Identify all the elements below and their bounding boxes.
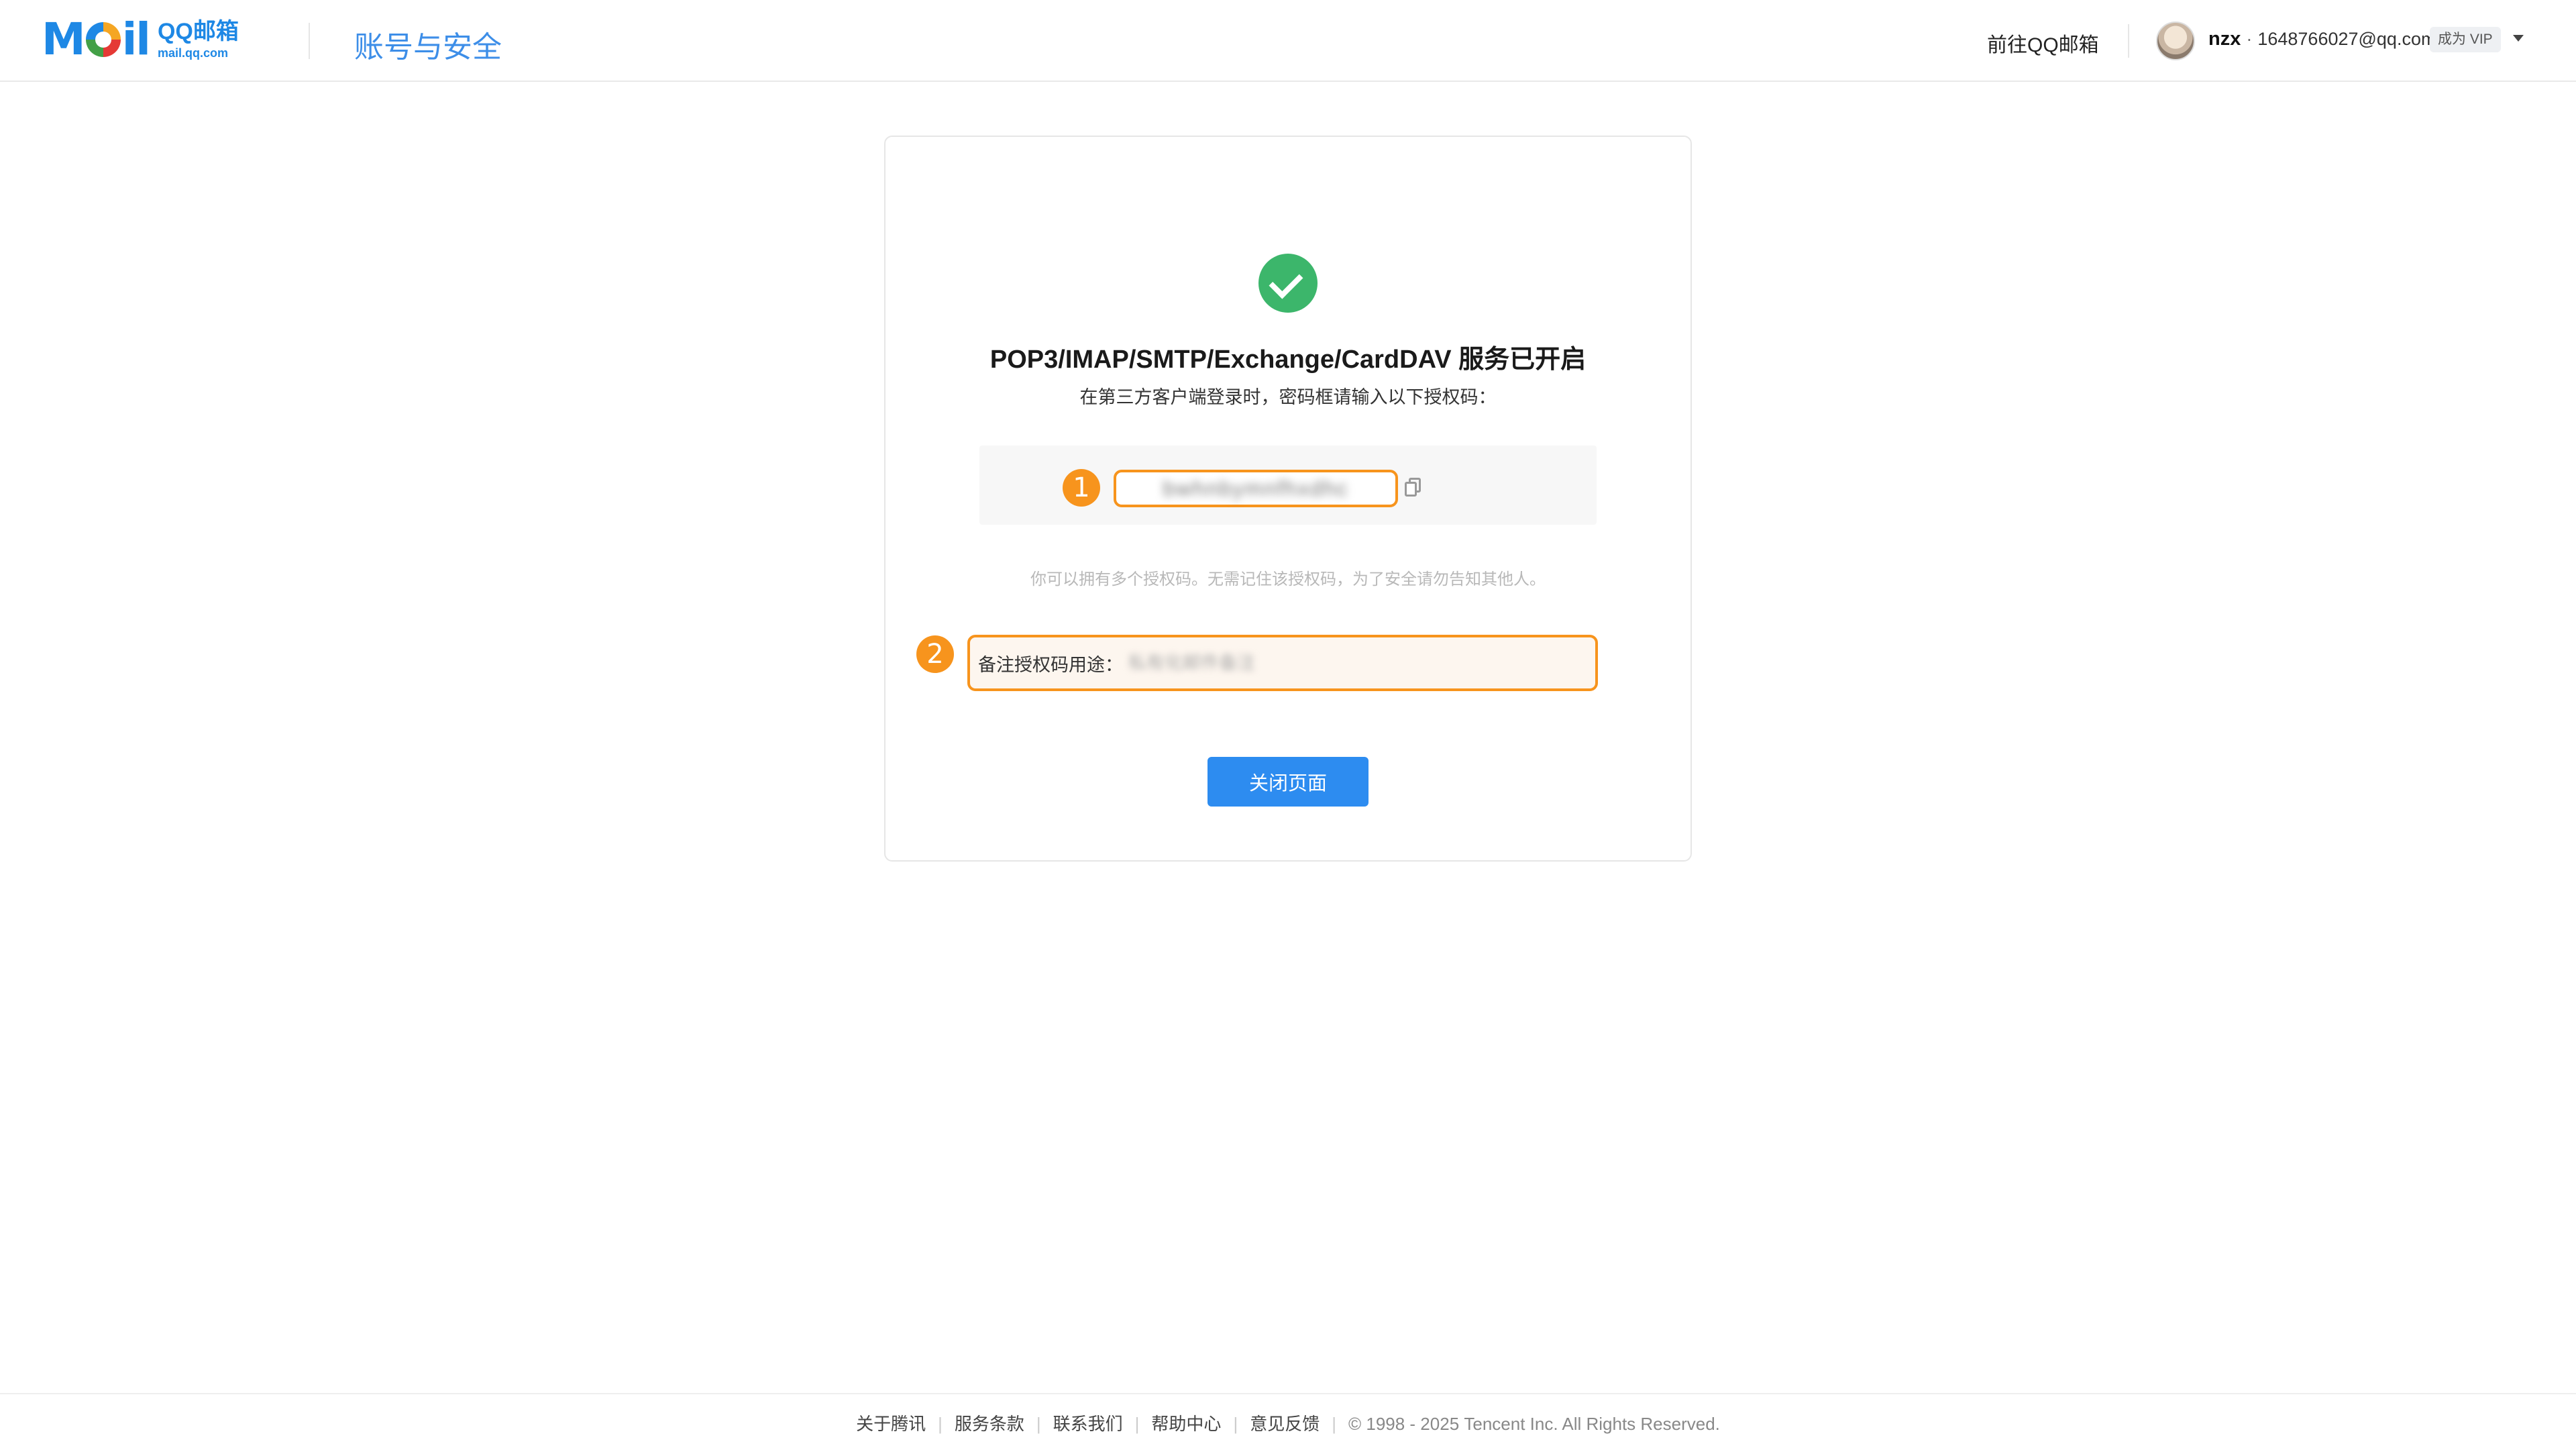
chevron-down-icon[interactable]: [2513, 35, 2524, 42]
logo-url-text: mail.qq.com: [157, 46, 228, 60]
footer-separator: |: [1036, 1414, 1041, 1434]
goto-qq-mail-link[interactable]: 前往QQ邮箱: [1987, 28, 2099, 58]
success-check-icon: [1258, 254, 1318, 313]
mail-wordmark: M il: [42, 13, 151, 65]
note-label: 备注授权码用途：: [978, 654, 1123, 675]
user-info[interactable]: nzx · 1648766027@qq.com: [2208, 28, 2436, 50]
user-separator: ·: [2246, 29, 2253, 49]
logo-subtext: QQ邮箱 mail.qq.com: [158, 20, 239, 59]
footer-divider: [0, 1393, 2576, 1394]
page-title: 账号与安全: [354, 31, 502, 64]
footer-link-terms[interactable]: 服务条款: [955, 1414, 1024, 1434]
footer-link-feedback[interactable]: 意见反馈: [1250, 1414, 1320, 1434]
qq-mail-logo[interactable]: M il QQ邮箱 mail.qq.com: [42, 17, 239, 62]
auth-code-highlight[interactable]: bwhnbymnfhxdhc: [1114, 470, 1398, 507]
success-subtitle: 在第三方客户端登录时，密码框请输入以下授权码：: [1079, 387, 1497, 407]
auth-code-hint: 你可以拥有多个授权码。无需记住该授权码，为了安全请勿告知其他人。: [1030, 570, 1546, 588]
auth-code-text: bwhnbymnfhxdhc: [1163, 476, 1349, 501]
avatar[interactable]: [2156, 21, 2195, 60]
user-name: nzx: [2208, 28, 2241, 50]
copy-icon-front: [1405, 482, 1417, 497]
success-title: POP3/IMAP/SMTP/Exchange/CardDAV 服务已开启: [989, 346, 1587, 374]
footer-separator: |: [938, 1414, 943, 1434]
note-field[interactable]: 备注授权码用途：: [967, 635, 1598, 691]
logo-letter-m: M: [42, 13, 86, 65]
footer-link-help[interactable]: 帮助中心: [1151, 1414, 1221, 1434]
header-divider: [309, 23, 310, 59]
user-email: 1648766027@qq.com: [2257, 29, 2436, 49]
copy-icon[interactable]: [1405, 478, 1421, 497]
logo-letters-il: il: [121, 13, 151, 65]
become-vip-badge[interactable]: 成为 VIP: [2430, 27, 2501, 52]
user-divider: [2128, 24, 2129, 58]
footer-separator: |: [1134, 1414, 1140, 1434]
annotation-badge-1: 1: [1063, 469, 1100, 507]
footer-link-contact[interactable]: 联系我们: [1053, 1414, 1123, 1434]
logo-colored-circle-icon: [85, 22, 121, 57]
footer-separator: |: [1332, 1414, 1336, 1434]
logo-cn-text: QQ邮箱: [157, 19, 239, 44]
close-page-button[interactable]: 关闭页面: [1208, 757, 1368, 807]
footer-copyright: © 1998 - 2025 Tencent Inc. All Rights Re…: [1348, 1414, 1720, 1434]
note-input[interactable]: [1128, 652, 1531, 674]
footer-separator: |: [1233, 1414, 1238, 1434]
footer: 关于腾讯 | 服务条款 | 联系我们 | 帮助中心 | 意见反馈 | © 1998 - 2025 T…: [0, 1410, 2576, 1435]
annotation-badge-2: 2: [916, 635, 954, 673]
footer-link-about[interactable]: 关于腾讯: [856, 1414, 926, 1434]
top-header: M il QQ邮箱 mail.qq.com 账号与安全 前往QQ邮箱 nzx ·…: [0, 0, 2576, 82]
